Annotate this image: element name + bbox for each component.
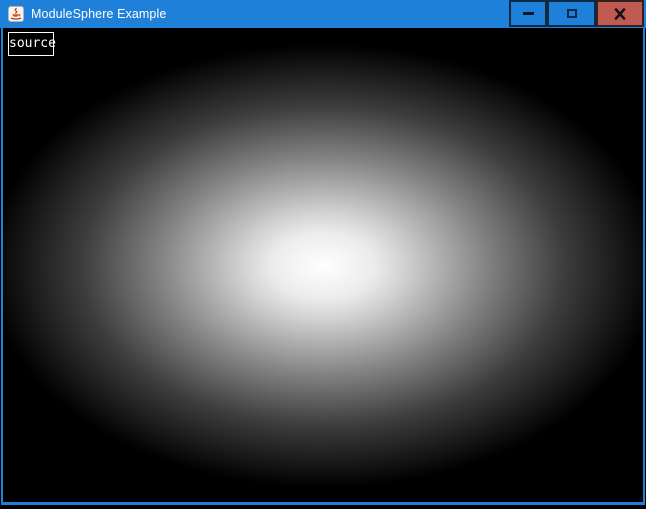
app-window: ModuleSphere Example source bbox=[0, 0, 646, 509]
minimize-button[interactable] bbox=[509, 0, 547, 27]
close-button[interactable] bbox=[596, 0, 644, 27]
title-bar[interactable]: ModuleSphere Example bbox=[0, 0, 646, 28]
window-border-left bbox=[1, 28, 3, 505]
close-icon bbox=[614, 8, 626, 20]
window-border-right bbox=[643, 28, 645, 505]
source-button[interactable]: source bbox=[8, 32, 54, 56]
java-coffee-cup-icon bbox=[8, 6, 24, 22]
render-canvas[interactable]: source bbox=[2, 28, 644, 502]
window-border-bottom bbox=[1, 502, 645, 505]
window-controls bbox=[509, 0, 644, 27]
window-title: ModuleSphere Example bbox=[31, 0, 166, 28]
maximize-button[interactable] bbox=[547, 0, 596, 27]
maximize-icon bbox=[567, 9, 577, 18]
minimize-icon bbox=[523, 12, 534, 15]
